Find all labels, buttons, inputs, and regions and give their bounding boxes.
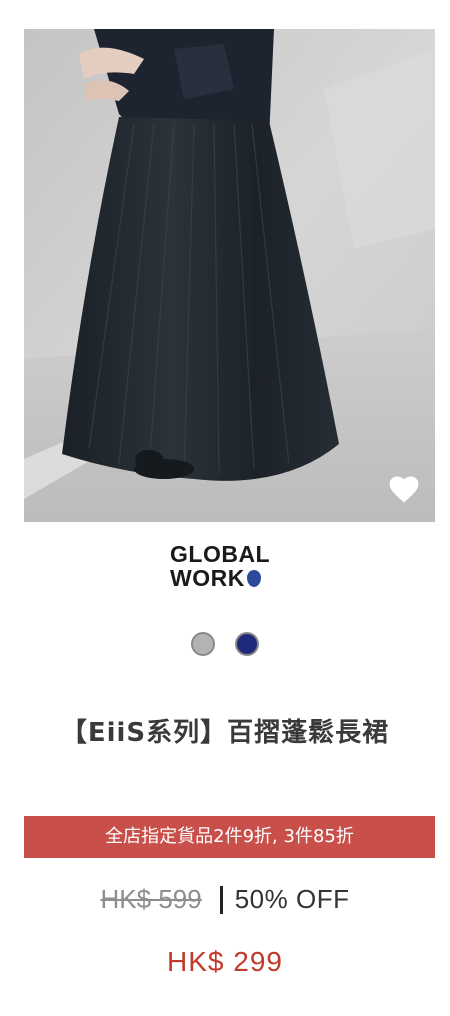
brand-logo[interactable]: GLOBAL WORK [170,542,290,592]
swatch-gray[interactable] [191,632,215,656]
product-photo [24,29,435,522]
favorite-button[interactable] [389,476,419,504]
discount-label: 50% OFF [234,884,350,914]
product-image[interactable] [24,29,435,522]
swatch-navy[interactable] [235,632,259,656]
original-price: HK$ 599 [100,884,202,914]
logo-dot-icon [246,570,261,587]
sale-price: HK$ 299 [167,946,283,977]
brand-line-2-text: WORK [170,565,245,591]
product-title[interactable]: 【EiiS系列】百摺蓬鬆長裙 [0,712,450,749]
promo-banner: 全店指定貨品2件9折, 3件85折 [24,816,435,858]
color-swatches [0,632,450,656]
brand-line-2: WORK [170,566,290,590]
heart-icon [389,476,419,503]
brand-line-1: GLOBAL [170,541,271,567]
price-row: HK$ 599 50% OFF [0,884,450,915]
price-divider [219,885,223,914]
